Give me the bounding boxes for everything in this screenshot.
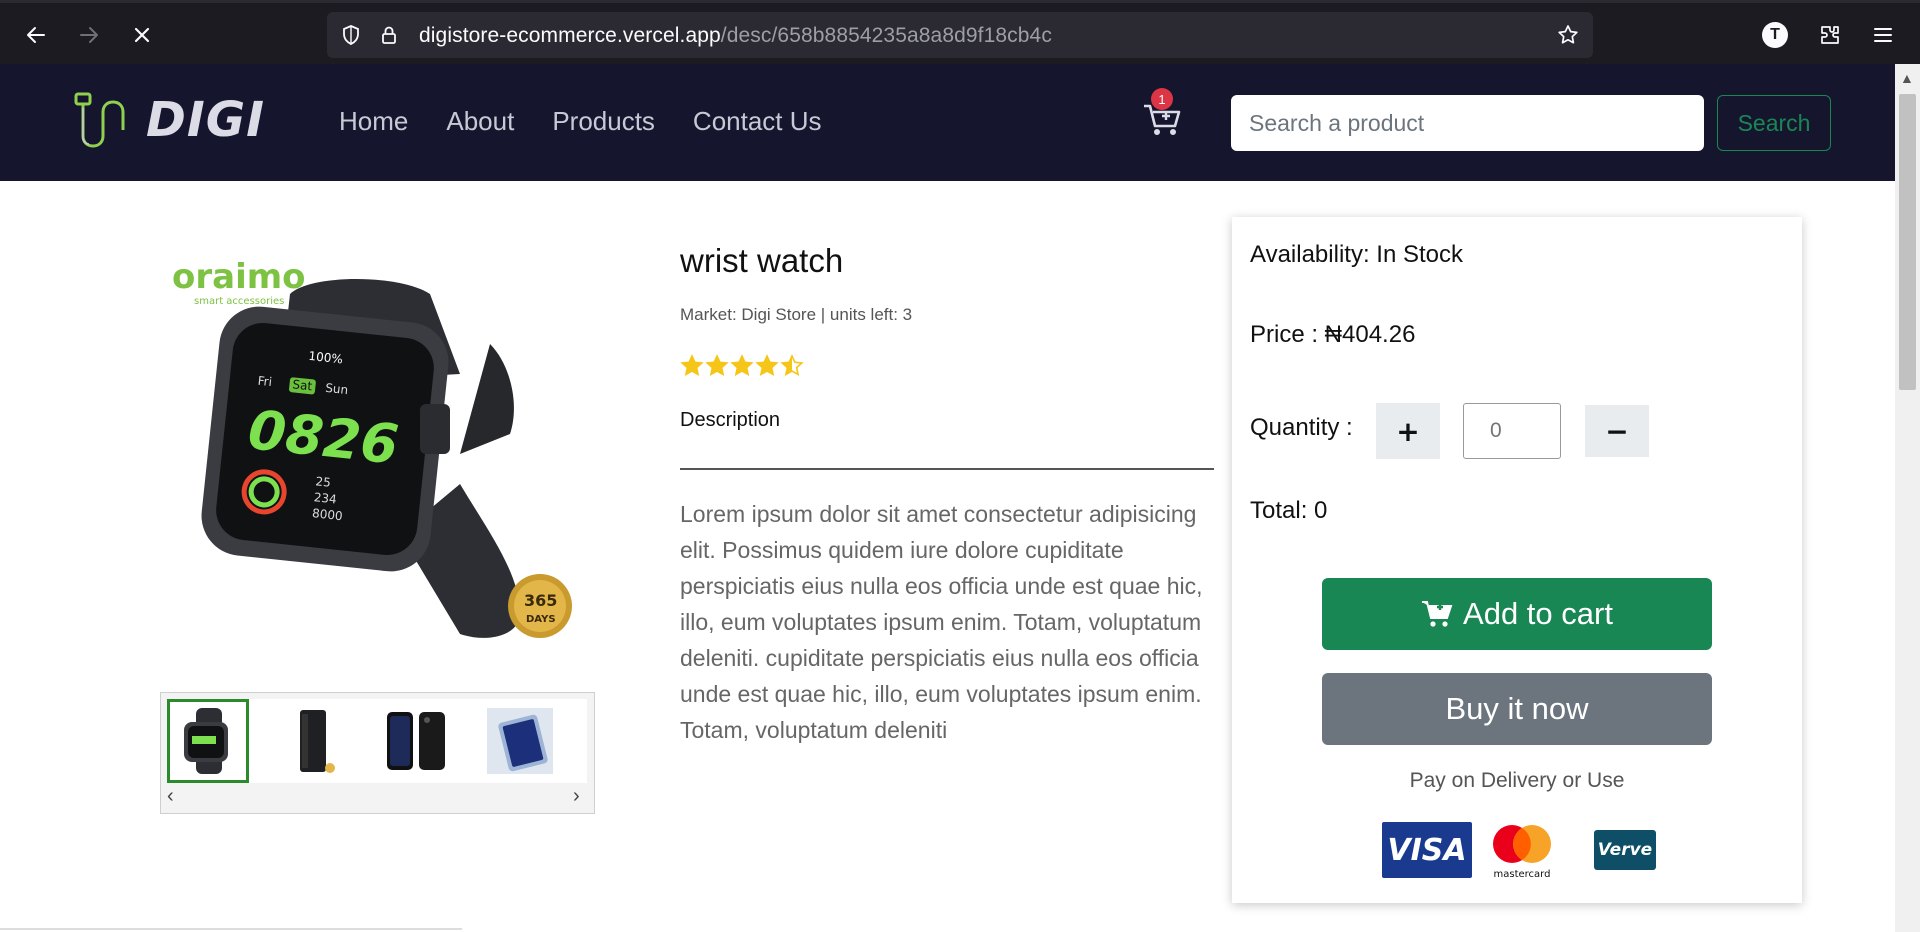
carousel-prev-icon[interactable]: ‹ — [167, 785, 174, 808]
lock-icon[interactable] — [377, 23, 401, 47]
thumbnail-carousel: ‹ › — [160, 692, 595, 814]
watch-day-2: Sat — [292, 377, 313, 393]
description-label: Description — [680, 409, 781, 431]
verve-logo: Verve — [1594, 830, 1656, 870]
product-description: Lorem ipsum dolor sit amet consectetur a… — [680, 501, 1203, 743]
purchase-card: Availability: In Stock Price : ₦404.26 Q… — [1232, 217, 1802, 903]
bookmark-star-icon[interactable] — [1556, 23, 1580, 47]
mastercard-text: mastercard — [1494, 869, 1551, 880]
star-icon — [730, 354, 754, 376]
url-domain: digistore-ecommerce.vercel.app — [419, 24, 721, 47]
thumbnail-row — [167, 699, 587, 783]
guarantee-unit: DAYS — [526, 614, 556, 625]
search-button[interactable]: Search — [1717, 95, 1831, 151]
buy-now-button[interactable]: Buy it now — [1322, 673, 1712, 745]
nav-home[interactable]: Home — [339, 106, 408, 137]
address-bar[interactable]: digistore-ecommerce.vercel.app/desc/658b… — [327, 12, 1593, 58]
watch-day-1: Fri — [257, 374, 273, 389]
quantity-decrease-button[interactable]: − — [1585, 405, 1649, 457]
watch-stat-2: 234 — [313, 490, 337, 506]
account-avatar[interactable]: T — [1761, 21, 1789, 49]
url-text: digistore-ecommerce.vercel.app/desc/658b… — [419, 24, 1052, 48]
quantity-label: Quantity : — [1250, 414, 1353, 441]
guarantee-number: 365 — [524, 591, 557, 610]
payment-logos: VISA mastercard Verve — [1382, 820, 1656, 880]
footer-divider — [0, 928, 462, 930]
payment-note: Pay on Delivery or Use — [1409, 769, 1625, 792]
smart-watch-thumb-icon — [184, 708, 228, 774]
extensions-icon[interactable] — [1816, 21, 1844, 49]
product-title: wrist watch — [680, 242, 844, 279]
browser-toolbar: digistore-ecommerce.vercel.app/desc/658b… — [0, 0, 1920, 64]
site-logo[interactable]: DIGI — [72, 90, 265, 150]
add-to-cart-label: Add to cart — [1463, 596, 1613, 631]
stop-loading-icon[interactable] — [124, 17, 160, 53]
search-input[interactable] — [1231, 95, 1704, 151]
cart-plus-icon — [1422, 601, 1453, 627]
main-nav: Home About Products Contact Us — [339, 106, 822, 137]
scroll-thumb[interactable] — [1899, 94, 1916, 390]
avatar-initial: T — [1762, 22, 1788, 48]
tablet-thumb-icon — [487, 708, 553, 774]
thumbnail-power-bank[interactable] — [271, 699, 353, 783]
nav-contact-us[interactable]: Contact Us — [693, 106, 822, 137]
smartphone-thumb-icon — [387, 712, 445, 770]
menu-icon[interactable] — [1869, 21, 1897, 49]
total-text: Total: 0 — [1250, 497, 1328, 524]
forward-icon[interactable] — [71, 17, 107, 53]
smart-watch-image: oraimo smart accessories 100% Fri Sat Su… — [172, 257, 572, 638]
star-icon — [780, 354, 804, 376]
shield-icon[interactable] — [339, 23, 363, 47]
star-icon — [755, 354, 779, 376]
scroll-up-arrow-icon[interactable]: ▲ — [1900, 70, 1914, 86]
visa-logo: VISA — [1382, 822, 1472, 878]
add-to-cart-button[interactable]: Add to cart — [1322, 578, 1712, 650]
availability-text: Availability: In Stock — [1250, 241, 1463, 268]
star-icon — [705, 354, 729, 376]
carousel-next-icon[interactable]: › — [573, 785, 580, 808]
back-icon[interactable] — [18, 17, 54, 53]
nav-products[interactable]: Products — [552, 106, 655, 137]
thumbnail-smart-watch[interactable] — [167, 699, 249, 783]
watch-stat-1: 25 — [315, 474, 332, 490]
rating-stars — [680, 354, 804, 378]
url-path: /desc/658b8854235a8a8d9f18cb4c — [720, 24, 1052, 47]
thumbnail-tablet[interactable] — [479, 699, 561, 783]
watch-day-3: Sun — [325, 381, 349, 397]
logo-text: DIGI — [146, 92, 265, 148]
image-brand-text: oraimo — [172, 257, 306, 297]
image-brand-subtext: smart accessories — [194, 296, 284, 307]
nav-about[interactable]: About — [446, 106, 514, 137]
quantity-increase-button[interactable]: + — [1376, 403, 1440, 459]
star-icon — [680, 354, 704, 376]
market-info: Market: Digi Store | units left: 3 — [680, 305, 913, 324]
description-divider — [680, 468, 1214, 470]
thumbnail-smartphone[interactable] — [375, 699, 457, 783]
product-main-image: oraimo smart accessories 100% Fri Sat Su… — [160, 234, 590, 664]
price-text: Price : ₦404.26 — [1250, 321, 1416, 348]
cart-count-badge: 1 — [1151, 88, 1173, 110]
mastercard-logo: mastercard — [1482, 820, 1562, 880]
page-scrollbar[interactable]: ▲ — [1895, 64, 1920, 932]
usb-cable-icon — [74, 92, 125, 148]
quantity-input[interactable] — [1463, 403, 1561, 459]
power-bank-thumb-icon — [300, 710, 335, 773]
